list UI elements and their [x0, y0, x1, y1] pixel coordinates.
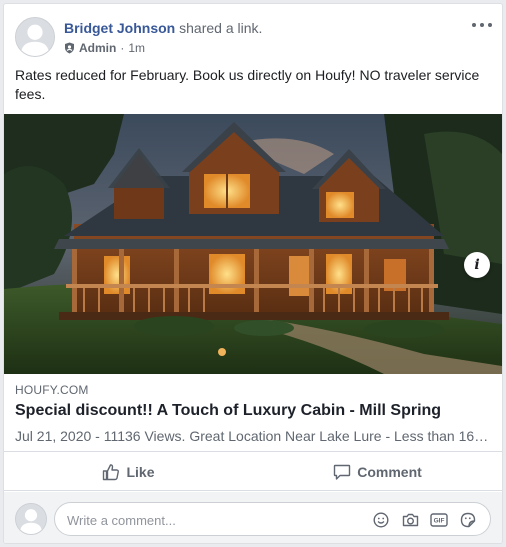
speech-bubble-icon: [334, 464, 351, 480]
post-actions: Like Comment: [4, 453, 502, 491]
post-header: Bridget Johnson shared a link. Admin · 1…: [4, 4, 502, 64]
comment-input[interactable]: [67, 510, 367, 530]
comment-label: Comment: [357, 463, 422, 480]
svg-text:GIF: GIF: [434, 518, 445, 525]
post-meta: Admin · 1m: [64, 41, 145, 55]
author-avatar[interactable]: [15, 17, 55, 57]
post-author-line: Bridget Johnson shared a link.: [64, 20, 262, 36]
meta-separator: ·: [120, 41, 125, 55]
post-action-text: shared a link.: [175, 20, 263, 36]
link-description: Jul 21, 2020 - 11136 Views. Great Locati…: [15, 428, 491, 444]
link-preview[interactable]: HOUFY.COM Special discount!! A Touch of …: [4, 374, 502, 452]
like-label: Like: [126, 463, 155, 480]
viewer-avatar[interactable]: [15, 503, 47, 535]
camera-icon[interactable]: [400, 510, 420, 530]
admin-badge: Admin: [79, 41, 117, 55]
admin-shield-icon: [65, 42, 74, 54]
author-name[interactable]: Bridget Johnson: [64, 20, 175, 36]
link-title[interactable]: Special discount!! A Touch of Luxury Cab…: [15, 402, 441, 420]
more-options-icon[interactable]: [472, 17, 492, 33]
link-domain: HOUFY.COM: [15, 383, 89, 397]
post-card: Bridget Johnson shared a link. Admin · 1…: [3, 3, 503, 544]
comment-button[interactable]: Comment: [253, 453, 502, 490]
comment-tools: GIF: [371, 510, 478, 530]
sticker-icon[interactable]: [458, 510, 478, 530]
comment-composer: GIF: [4, 492, 502, 543]
like-button[interactable]: Like: [4, 453, 253, 490]
link-preview-image[interactable]: [4, 114, 502, 374]
gif-icon[interactable]: GIF: [429, 510, 449, 530]
post-timestamp[interactable]: 1m: [128, 41, 145, 55]
thumbs-up-icon: [103, 463, 120, 480]
comment-input-container[interactable]: GIF: [54, 502, 491, 536]
info-icon[interactable]: i: [464, 252, 490, 278]
post-message: Rates reduced for February. Book us dire…: [15, 67, 480, 102]
emoji-icon[interactable]: [371, 510, 391, 530]
